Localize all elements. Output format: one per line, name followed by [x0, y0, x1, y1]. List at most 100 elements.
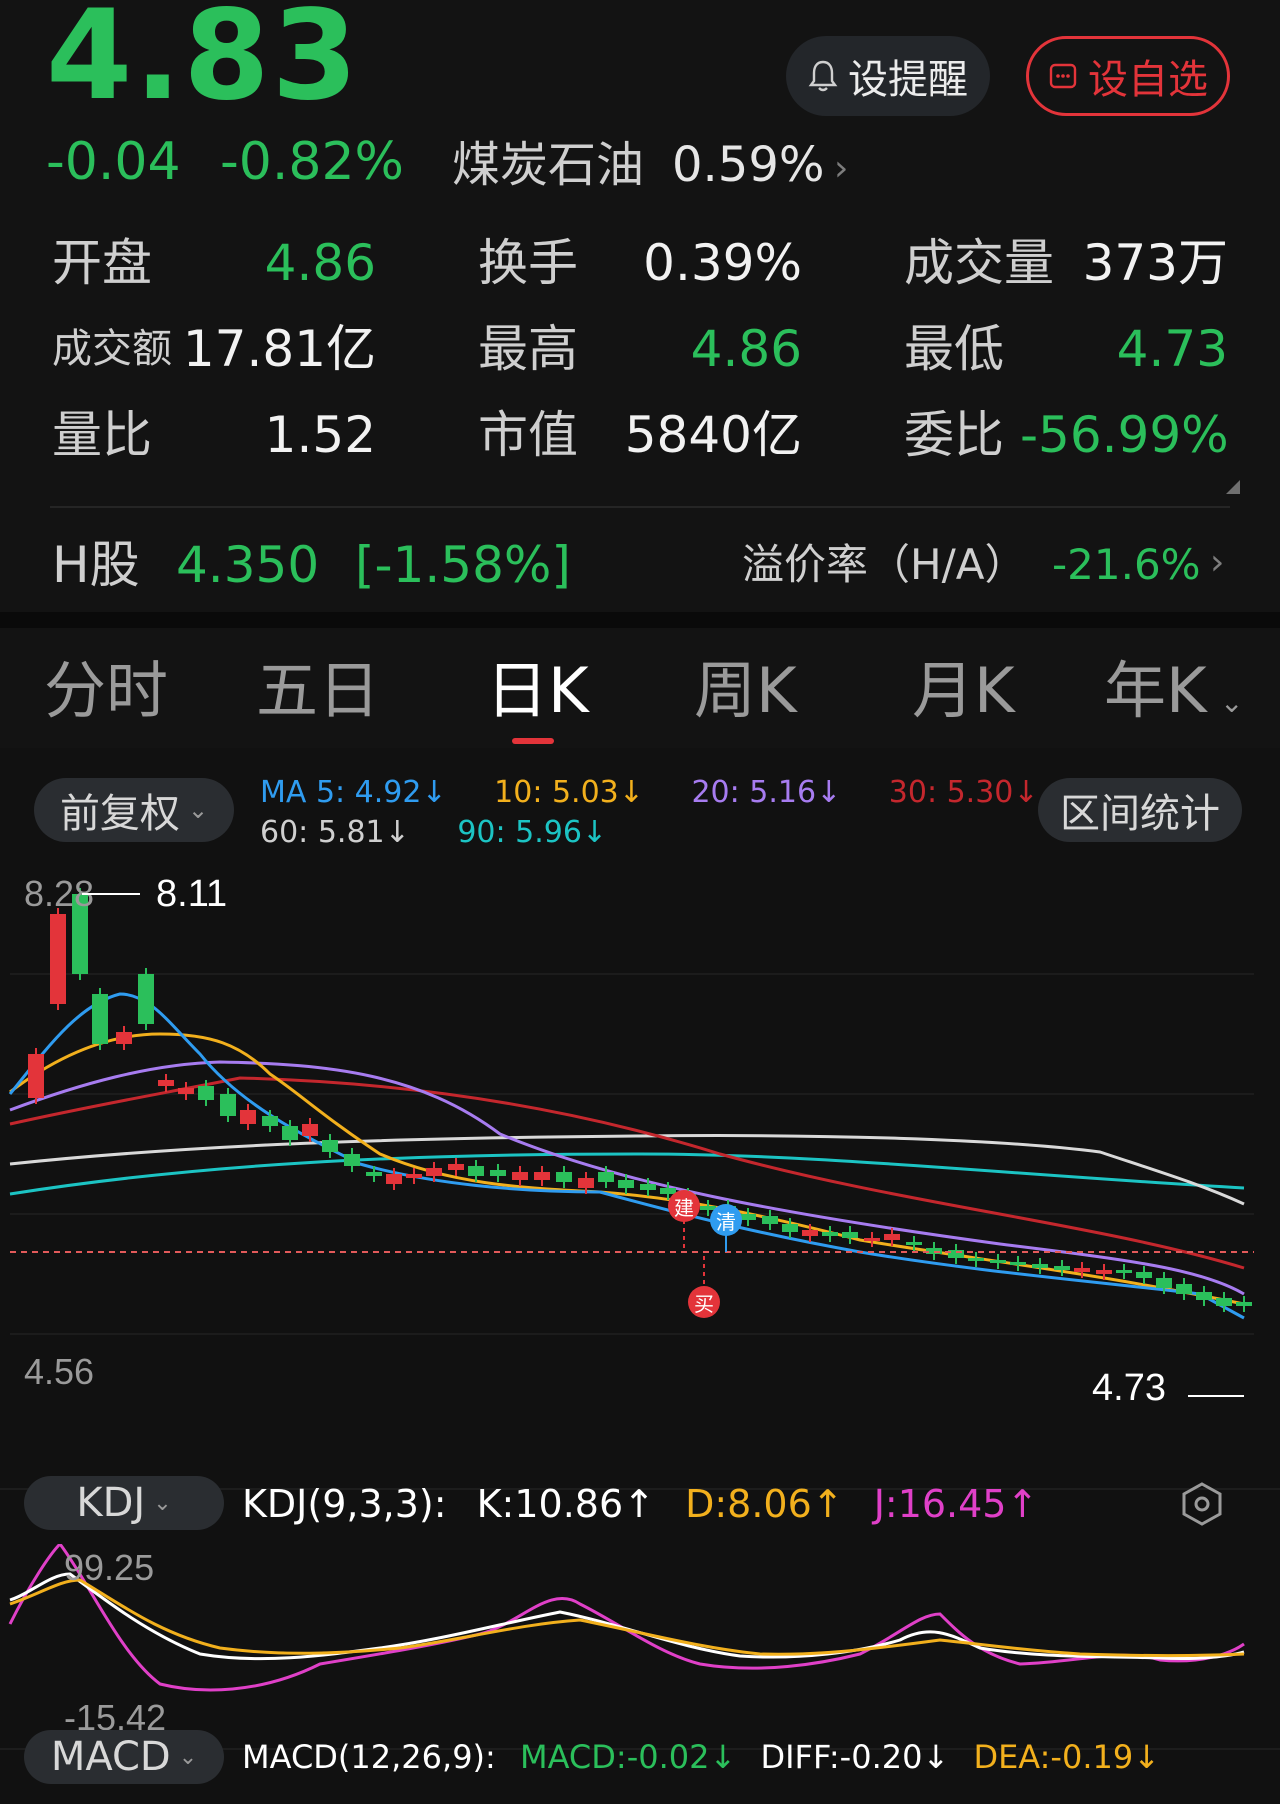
candle-body — [1156, 1278, 1172, 1288]
kdj-legend: KDJ(9,3,3): K:10.86↑ D:8.06↑ J:16.45↑ — [242, 1482, 1038, 1526]
order-ratio-value: -56.99% — [1020, 406, 1229, 464]
candle-body — [1136, 1272, 1152, 1278]
clear-signal-label: 清 — [716, 1210, 736, 1234]
candle-body — [700, 1206, 716, 1210]
macd-diff: DIFF:-0.20↓ — [760, 1738, 950, 1776]
amount-label: 成交额 — [52, 326, 172, 372]
candle-body — [220, 1094, 236, 1116]
candle-body — [448, 1164, 464, 1170]
macd-dea: DEA:-0.19↓ — [973, 1738, 1161, 1776]
set-alert-button[interactable]: 设提醒 — [786, 36, 990, 116]
candle-body — [240, 1110, 256, 1124]
chevron-down-icon: ⌄ — [178, 1744, 198, 1770]
candle-body — [1032, 1264, 1048, 1268]
kdj-selector-label: KDJ — [76, 1480, 146, 1526]
tab-weekly-k[interactable]: 周K — [694, 660, 797, 722]
tab-five-day[interactable]: 五日 — [256, 660, 380, 722]
candle-body — [1176, 1284, 1192, 1294]
kdj-plot-bg — [10, 1544, 1260, 1734]
hshare-label: H股 — [52, 536, 140, 594]
candle-body — [740, 1214, 756, 1220]
candle-body — [92, 994, 108, 1044]
market-cap-label: 市值 — [478, 406, 578, 464]
candle-body — [28, 1054, 44, 1098]
candle-body — [968, 1258, 984, 1261]
candle-body — [138, 974, 154, 1024]
hshare-value: 4.350 [-1.58%] — [176, 540, 571, 590]
candle-body — [302, 1124, 318, 1136]
candle-body — [282, 1126, 298, 1140]
ma-legend-row-2: 60: 5.81↓ 90: 5.96↓ — [260, 818, 607, 848]
hshare-price: 4.350 — [176, 536, 320, 594]
kdj-j: J:16.45↑ — [873, 1482, 1039, 1526]
axis-bottom-label: 4.56 — [24, 1351, 94, 1392]
candle-body — [366, 1172, 382, 1176]
chevron-right-icon[interactable]: › — [1210, 542, 1224, 583]
quote-panel: 4.83 设提醒 设自选 -0.04 -0.82% 煤炭石油 0.59% › 开… — [0, 0, 1280, 612]
range-stats-button[interactable]: 区间统计 — [1038, 778, 1242, 842]
add-watchlist-button[interactable]: 设自选 — [1026, 36, 1230, 116]
candle-body — [468, 1166, 484, 1176]
kline-chart[interactable]: 8.28 4.56 8.11 4.73 建 清 买 — [0, 854, 1280, 1474]
candle-body — [1074, 1268, 1090, 1272]
candle-body — [1196, 1292, 1212, 1300]
open-label: 开盘 — [52, 234, 152, 292]
tab-yearly-k[interactable]: 年K — [1104, 660, 1207, 722]
ma30-value: 30: 5.30↓ — [888, 775, 1039, 810]
range-stats-label: 区间统计 — [1060, 791, 1220, 837]
kdj-params: KDJ(9,3,3): — [242, 1482, 447, 1526]
candle-body — [426, 1168, 442, 1176]
ma5-value: MA 5: 4.92↓ — [260, 775, 447, 810]
expand-corner-icon[interactable] — [1226, 480, 1240, 494]
tab-intraday[interactable]: 分时 — [44, 660, 168, 722]
period-tabs: 分时 五日 日K 周K 月K 年K ⌄ — [0, 628, 1280, 748]
price-change-pct: -0.82% — [220, 132, 404, 192]
sector-link[interactable]: 煤炭石油 — [452, 141, 644, 189]
market-cap-value: 5840亿 — [624, 406, 802, 464]
active-tab-indicator — [512, 738, 554, 744]
order-ratio-label: 委比 — [904, 406, 1004, 464]
volume-value: 373万 — [1082, 234, 1228, 292]
candle-body — [512, 1172, 528, 1180]
high-label: 最高 — [478, 320, 578, 378]
candle-body — [490, 1170, 506, 1176]
chevron-right-icon[interactable]: › — [834, 148, 848, 189]
kdj-selector[interactable]: KDJ ⌄ — [24, 1476, 224, 1530]
adjust-label: 前复权 — [59, 791, 180, 837]
chevron-down-icon[interactable]: ⌄ — [1220, 686, 1243, 719]
watchlist-icon — [1049, 63, 1077, 89]
low-value: 4.73 — [1116, 320, 1228, 378]
candle-body — [262, 1116, 278, 1126]
candle-body — [1096, 1270, 1112, 1274]
candle-body — [322, 1140, 338, 1152]
candle-body — [158, 1080, 174, 1086]
candle-body — [822, 1232, 838, 1236]
candle-body — [344, 1154, 360, 1166]
set-alert-label: 设提醒 — [848, 57, 968, 103]
candle-body — [1216, 1298, 1232, 1306]
candle-body — [864, 1238, 880, 1241]
ma20-value: 20: 5.16↓ — [691, 775, 842, 810]
candle-body — [990, 1260, 1006, 1263]
candle-body — [50, 914, 66, 1004]
premium-rate-link[interactable]: 溢价率（H/A） — [742, 544, 1026, 586]
volume-ratio-value: 1.52 — [264, 406, 376, 464]
candle-body — [1054, 1266, 1070, 1270]
turnover-label: 换手 — [478, 234, 578, 292]
low-marker: 4.73 — [1092, 1367, 1166, 1409]
macd-selector[interactable]: MACD ⌄ — [24, 1730, 224, 1784]
price-change: -0.04 — [46, 132, 181, 192]
premium-rate-value: -21.6% — [1052, 540, 1201, 589]
candle-body — [842, 1232, 858, 1238]
hshare-pct: [-1.58%] — [355, 536, 571, 594]
settings-hexagon-icon[interactable] — [1180, 1480, 1224, 1528]
tab-daily-k[interactable]: 日K — [486, 660, 589, 722]
divider — [50, 506, 1230, 508]
kdj-chart[interactable]: 99.25 -15.42 — [0, 1544, 1280, 1744]
ma60-value: 60: 5.81↓ — [260, 815, 410, 850]
adjust-selector[interactable]: 前复权 ⌄ — [34, 778, 234, 842]
chevron-down-icon: ⌄ — [187, 796, 209, 824]
candle-body — [1010, 1262, 1026, 1265]
volume-ratio-label: 量比 — [52, 406, 152, 464]
tab-monthly-k[interactable]: 月K — [912, 660, 1015, 722]
